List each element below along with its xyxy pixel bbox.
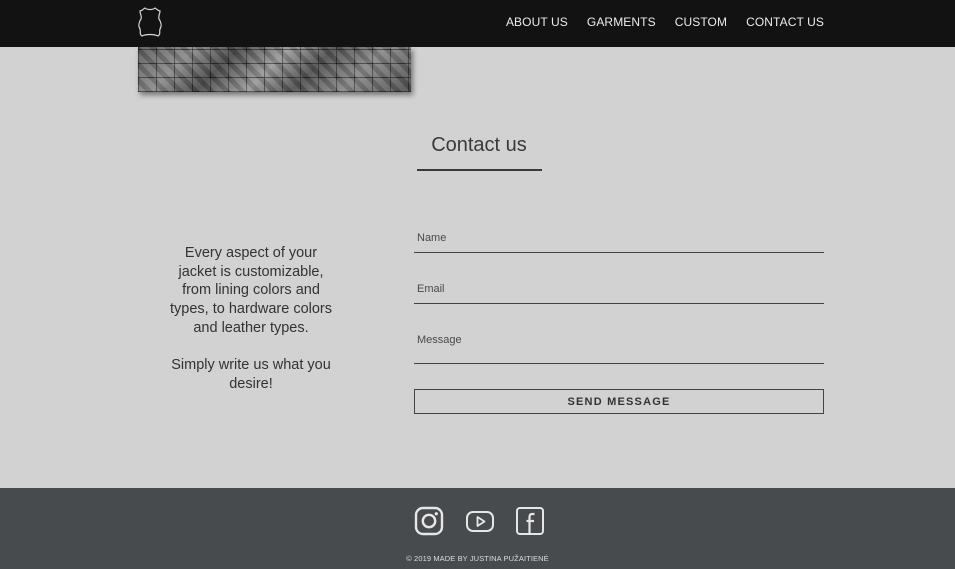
email-placeholder: Email xyxy=(417,283,445,295)
leather-patchwork-image xyxy=(138,47,411,92)
message-field[interactable]: Message xyxy=(414,328,824,364)
facebook-icon[interactable] xyxy=(515,506,545,536)
main-nav: ABOUT US GARMENTS CUSTOM CONTACT US xyxy=(487,0,824,44)
intro-paragraph-2: Simply write us what you desire! xyxy=(171,357,331,392)
intro-paragraph-1: Every aspect of your jacket is customiza… xyxy=(170,245,332,336)
nav-contact-us[interactable]: CONTACT US xyxy=(746,15,824,29)
message-placeholder: Message xyxy=(417,334,462,346)
page-title: Contact us xyxy=(431,134,527,156)
name-placeholder: Name xyxy=(417,232,447,244)
intro-text: Every aspect of your jacket is customiza… xyxy=(165,244,337,393)
copyright-text: © 2019 MADE BY JUSTINA PUŽAITIENĖ xyxy=(406,554,549,563)
title-underline xyxy=(417,169,542,171)
youtube-icon[interactable] xyxy=(465,506,495,536)
email-field[interactable]: Email xyxy=(414,277,824,304)
nav-custom[interactable]: CUSTOM xyxy=(675,15,727,29)
name-field[interactable]: Name xyxy=(414,226,824,253)
send-message-button[interactable]: SEND MESSAGE xyxy=(414,389,824,414)
instagram-icon[interactable] xyxy=(414,506,444,536)
nav-about-us[interactable]: ABOUT US xyxy=(506,15,568,29)
site-header: ABOUT US GARMENTS CUSTOM CONTACT US xyxy=(0,0,955,47)
nav-garments[interactable]: GARMENTS xyxy=(587,15,656,29)
leather-hide-logo-icon[interactable] xyxy=(136,6,164,38)
site-footer: © 2019 MADE BY JUSTINA PUŽAITIENĖ xyxy=(0,488,955,569)
